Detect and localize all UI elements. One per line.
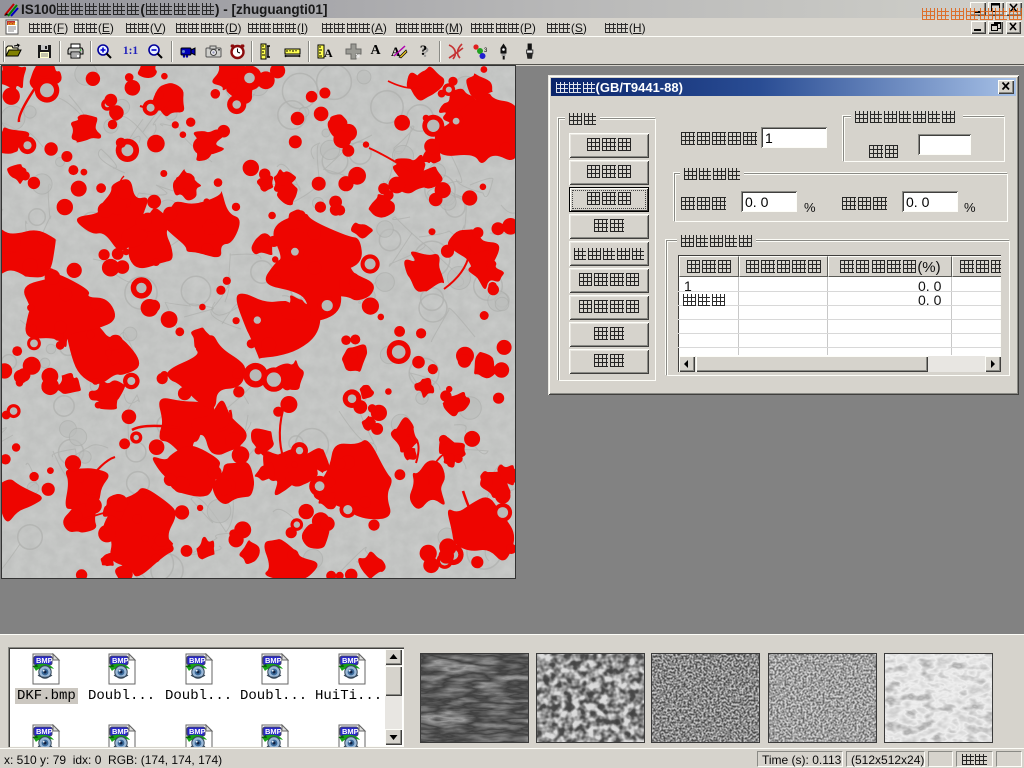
svg-text:DOC: DOC bbox=[8, 21, 17, 26]
svg-text:3: 3 bbox=[484, 48, 488, 54]
svg-text:A: A bbox=[324, 46, 333, 60]
